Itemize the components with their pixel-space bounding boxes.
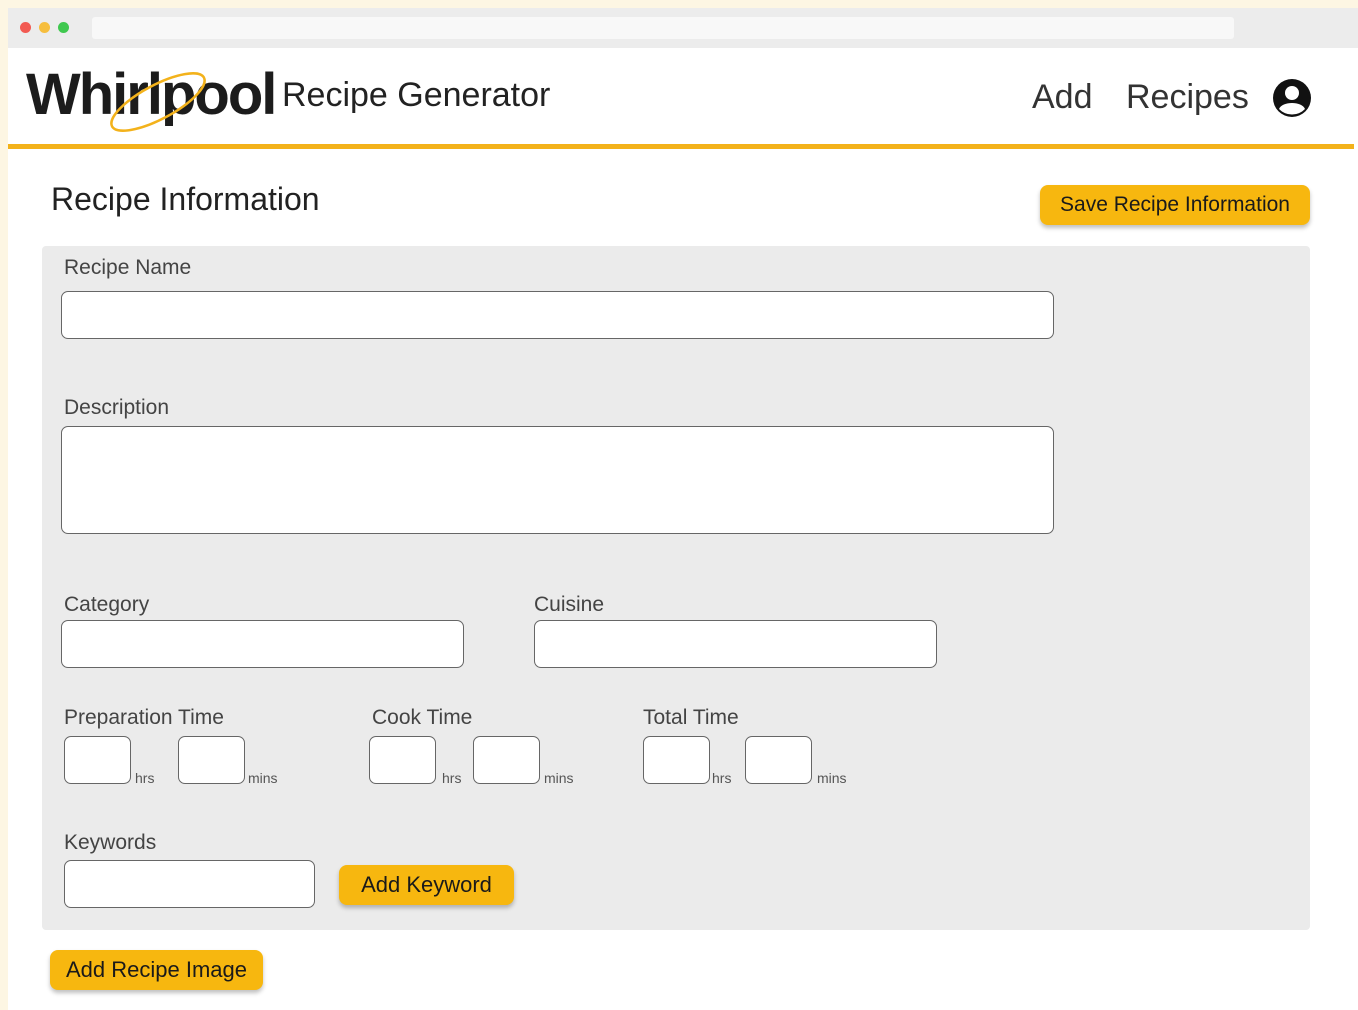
page-title: Recipe Information bbox=[51, 181, 320, 217]
cook-time-mins-input[interactable] bbox=[473, 736, 540, 784]
whirlpool-logo[interactable]: Whirlpool bbox=[26, 54, 277, 140]
browser-window: Whirlpool Recipe Generator Add Recipes R… bbox=[8, 8, 1358, 1010]
minimize-window-dot-icon[interactable] bbox=[39, 22, 50, 33]
add-keyword-button[interactable]: Add Keyword bbox=[339, 865, 514, 905]
category-label: Category bbox=[64, 593, 150, 616]
cuisine-input[interactable] bbox=[534, 620, 937, 668]
cook-time-label: Cook Time bbox=[372, 706, 473, 729]
close-window-dot-icon[interactable] bbox=[20, 22, 31, 33]
top-navbar: Whirlpool Recipe Generator Add Recipes bbox=[8, 48, 1354, 149]
prep-time-hrs-input[interactable] bbox=[64, 736, 131, 784]
total-time-label: Total Time bbox=[643, 706, 739, 729]
description-textarea[interactable] bbox=[61, 426, 1054, 534]
cook-time-hrs-input[interactable] bbox=[369, 736, 436, 784]
cook-time-mins-unit: mins bbox=[544, 770, 574, 786]
keywords-input[interactable] bbox=[64, 860, 315, 908]
add-recipe-image-button[interactable]: Add Recipe Image bbox=[50, 950, 263, 990]
cuisine-label: Cuisine bbox=[534, 593, 605, 616]
cook-time-hrs-unit: hrs bbox=[442, 770, 462, 786]
recipe-name-input[interactable] bbox=[61, 291, 1054, 339]
total-time-hrs-input[interactable] bbox=[643, 736, 710, 784]
main-content: Recipe Information Save Recipe Informati… bbox=[8, 149, 1354, 1010]
maximize-window-dot-icon[interactable] bbox=[58, 22, 69, 33]
total-time-mins-input[interactable] bbox=[745, 736, 812, 784]
save-recipe-button[interactable]: Save Recipe Information bbox=[1040, 185, 1310, 225]
keywords-label: Keywords bbox=[64, 831, 157, 854]
nav-add-link[interactable]: Add bbox=[1032, 78, 1093, 117]
browser-chrome bbox=[8, 8, 1358, 48]
address-bar[interactable] bbox=[92, 17, 1234, 39]
recipe-form-panel: Recipe Name Description Category Cuisine… bbox=[42, 246, 1310, 930]
total-time-hrs-unit: hrs bbox=[712, 770, 732, 786]
app-title: Recipe Generator bbox=[282, 76, 551, 114]
prep-time-mins-input[interactable] bbox=[178, 736, 245, 784]
prep-time-hrs-unit: hrs bbox=[135, 770, 155, 786]
account-circle-icon[interactable] bbox=[1272, 78, 1312, 118]
category-input[interactable] bbox=[61, 620, 464, 668]
nav-recipes-link[interactable]: Recipes bbox=[1126, 78, 1249, 117]
logo-swirl-icon bbox=[110, 72, 206, 132]
prep-time-label: Preparation Time bbox=[64, 706, 224, 729]
prep-time-mins-unit: mins bbox=[248, 770, 278, 786]
total-time-mins-unit: mins bbox=[817, 770, 847, 786]
description-label: Description bbox=[64, 396, 170, 419]
recipe-name-label: Recipe Name bbox=[64, 256, 192, 279]
